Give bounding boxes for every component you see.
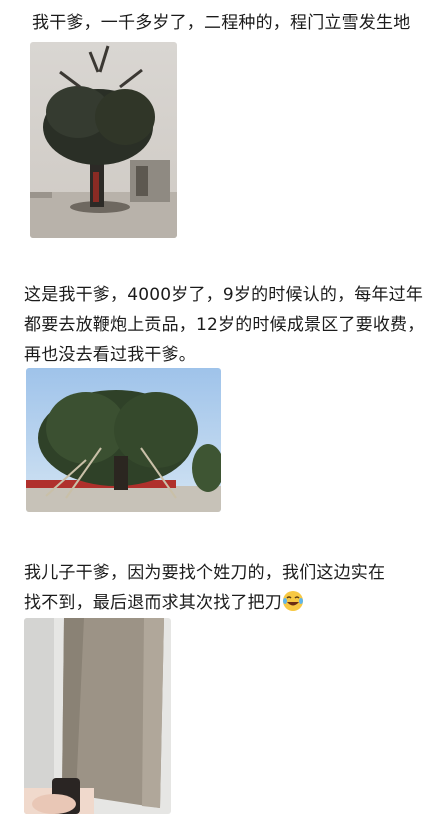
post-3-text: 我儿子干爹，因为要找个姓刀的，我们这边实在找不到，最后退而求其次找了把刀 — [24, 563, 386, 613]
post-3-text-block: 我儿子干爹，因为要找个姓刀的，我们这边实在找不到，最后退而求其次找了把刀 — [24, 558, 396, 618]
post-1-text: 我干爹，一千多岁了，二程种的，程门立雪发生地 — [32, 13, 411, 33]
post-2-text: 这是我干爹，4000岁了，9岁的时候认的，每年过年都要去放鞭炮上贡品，12岁的时… — [24, 285, 425, 365]
laughing-tears-emoji — [282, 590, 304, 612]
ancient-tree-scenic-area-photo[interactable] — [26, 368, 221, 512]
cleaver-knife-photo[interactable] — [24, 618, 171, 814]
old-cypress-tree-photo[interactable] — [30, 42, 177, 238]
